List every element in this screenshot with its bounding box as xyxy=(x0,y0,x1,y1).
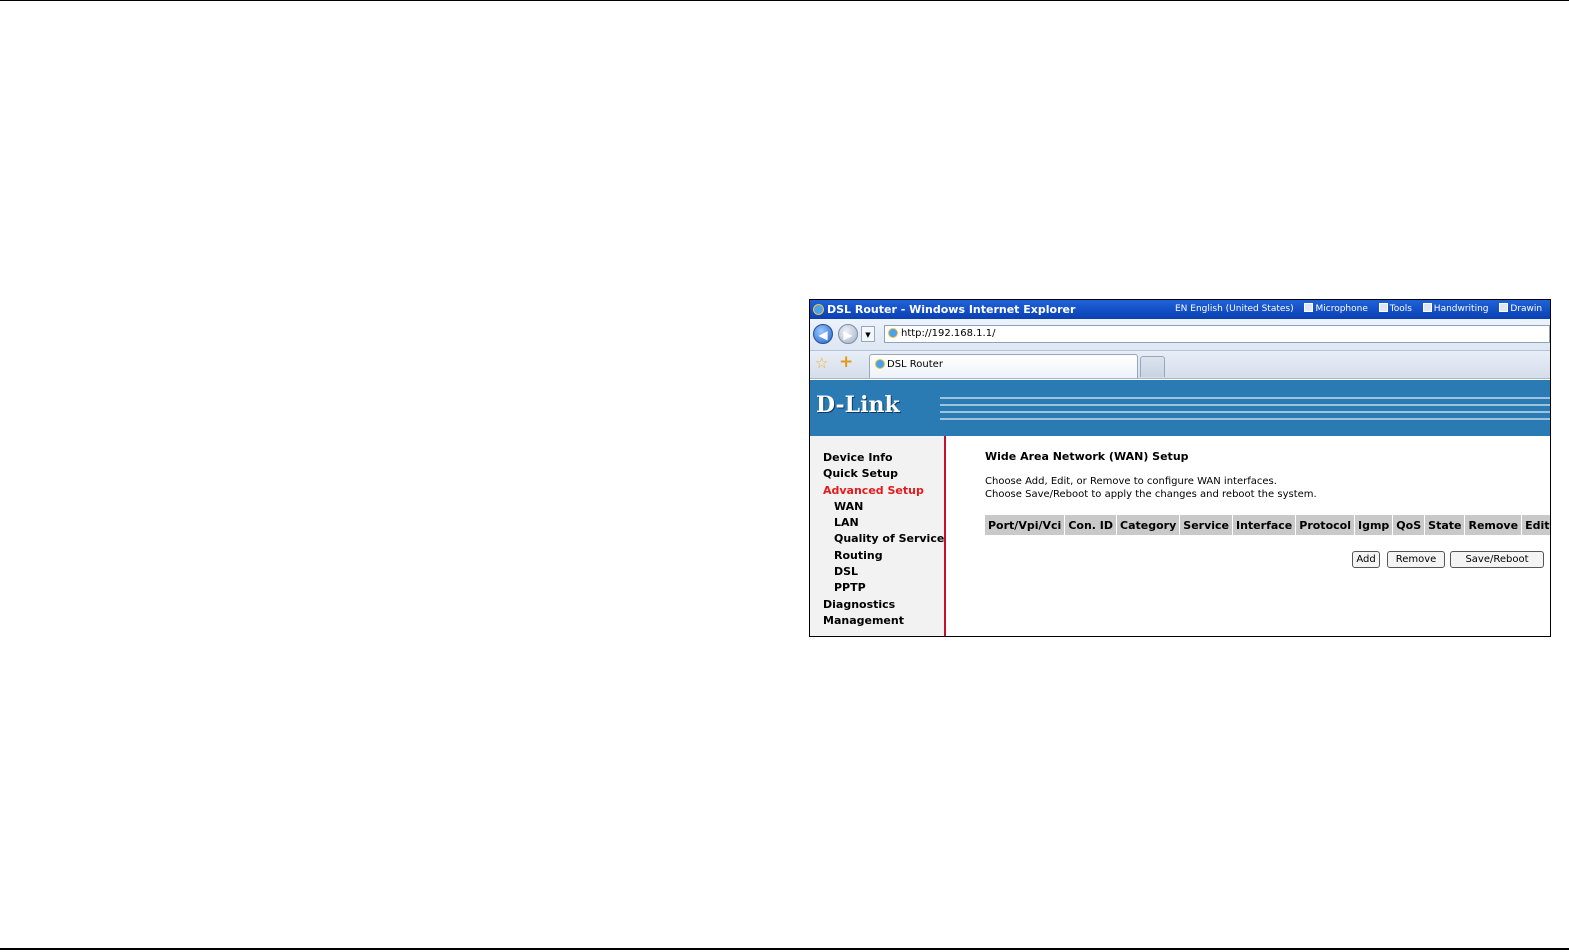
instruction-line-2: Choose Save/Reboot to apply the changes … xyxy=(985,489,1317,500)
banner-stripe xyxy=(940,418,1550,420)
column-header: State xyxy=(1424,514,1466,536)
sidebar-menu: Device Info Quick Setup Advanced Setup W… xyxy=(810,436,946,636)
page-bottom-rule xyxy=(0,948,1569,950)
drawing-icon xyxy=(1499,303,1509,312)
column-header: QoS xyxy=(1392,514,1426,536)
tab-dsl-router[interactable]: DSL Router xyxy=(869,354,1138,378)
column-header: Interface xyxy=(1231,514,1297,536)
forward-button[interactable]: ▶ xyxy=(838,324,858,344)
column-header: Port/Vpi/Vci xyxy=(983,514,1066,536)
back-button[interactable]: ◀ xyxy=(813,324,833,344)
sidebar-item-dsl[interactable]: DSL xyxy=(810,564,944,580)
sidebar-item-pptp[interactable]: PPTP xyxy=(810,580,944,596)
column-header: Service xyxy=(1179,514,1233,536)
page-top-rule xyxy=(0,0,1569,1)
tools-button[interactable]: Tools xyxy=(1378,303,1412,314)
favorites-star-icon[interactable]: ☆ xyxy=(815,354,828,372)
chevron-down-icon: ▼ xyxy=(865,331,871,339)
column-header: Category xyxy=(1116,514,1181,536)
dlink-logo: D-Link xyxy=(816,392,900,418)
wan-interfaces-table: Port/Vpi/Vci Con. ID Category Service In… xyxy=(983,514,1550,536)
table-header-row: Port/Vpi/Vci Con. ID Category Service In… xyxy=(983,514,1550,536)
dlink-banner: D-Link xyxy=(810,380,1550,436)
url-input[interactable]: http://192.168.1.1/ xyxy=(884,325,1550,343)
sidebar-item-quick-setup[interactable]: Quick Setup xyxy=(810,466,944,482)
banner-stripe xyxy=(940,404,1550,406)
add-favorites-icon[interactable]: + xyxy=(839,352,853,372)
instruction-line-1: Choose Add, Edit, or Remove to configure… xyxy=(985,476,1277,487)
title-bar: DSL Router - Windows Internet Explorer E… xyxy=(810,300,1550,319)
sidebar-item-advanced-setup[interactable]: Advanced Setup xyxy=(810,483,944,499)
sidebar-item-wan[interactable]: WAN xyxy=(810,499,944,515)
window-title: DSL Router - Windows Internet Explorer xyxy=(827,303,1076,316)
sidebar-item-diagnostics[interactable]: Diagnostics xyxy=(810,597,944,613)
tab-label: DSL Router xyxy=(887,359,943,370)
remove-button[interactable]: Remove xyxy=(1387,551,1445,568)
column-header: Igmp xyxy=(1353,514,1394,536)
column-header: Remove xyxy=(1464,514,1523,536)
page-title: Wide Area Network (WAN) Setup xyxy=(985,450,1189,463)
url-text: http://192.168.1.1/ xyxy=(901,328,996,339)
tab-page-icon xyxy=(875,359,885,369)
sidebar-item-management[interactable]: Management xyxy=(810,613,944,629)
ie-logo-icon xyxy=(813,304,824,315)
sidebar-item-device-info[interactable]: Device Info xyxy=(810,450,944,466)
language-indicator[interactable]: EN English (United States) xyxy=(1175,304,1294,314)
banner-stripe xyxy=(940,411,1550,413)
language-bar: EN English (United States) Microphone To… xyxy=(1175,300,1550,319)
sidebar-item-routing[interactable]: Routing xyxy=(810,548,944,564)
microphone-icon xyxy=(1304,303,1314,312)
back-arrow-icon: ◀ xyxy=(818,328,828,342)
tab-bar: ☆ + DSL Router xyxy=(810,351,1550,379)
tools-icon xyxy=(1378,303,1388,312)
address-bar: ◀ ▶ ▼ http://192.168.1.1/ xyxy=(810,319,1550,351)
main-content: Wide Area Network (WAN) Setup Choose Add… xyxy=(948,436,1550,636)
column-header: Protocol xyxy=(1295,514,1355,536)
new-tab-button[interactable] xyxy=(1140,356,1165,377)
handwriting-button[interactable]: Handwriting xyxy=(1422,303,1489,314)
sidebar-item-quality-of-service[interactable]: Quality of Service xyxy=(810,531,944,547)
microphone-button[interactable]: Microphone xyxy=(1304,303,1368,314)
page-icon xyxy=(888,328,898,338)
column-header: Con. ID xyxy=(1064,514,1118,536)
save-reboot-button[interactable]: Save/Reboot xyxy=(1450,551,1544,568)
drawing-button[interactable]: Drawin xyxy=(1499,303,1542,314)
forward-arrow-icon: ▶ xyxy=(843,328,853,342)
banner-stripe xyxy=(940,397,1550,399)
column-header: Edit xyxy=(1521,514,1550,536)
handwriting-icon xyxy=(1422,303,1432,312)
sidebar-item-lan[interactable]: LAN xyxy=(810,515,944,531)
history-dropdown[interactable]: ▼ xyxy=(861,326,875,342)
add-button[interactable]: Add xyxy=(1352,551,1380,568)
browser-window: DSL Router - Windows Internet Explorer E… xyxy=(809,299,1551,637)
